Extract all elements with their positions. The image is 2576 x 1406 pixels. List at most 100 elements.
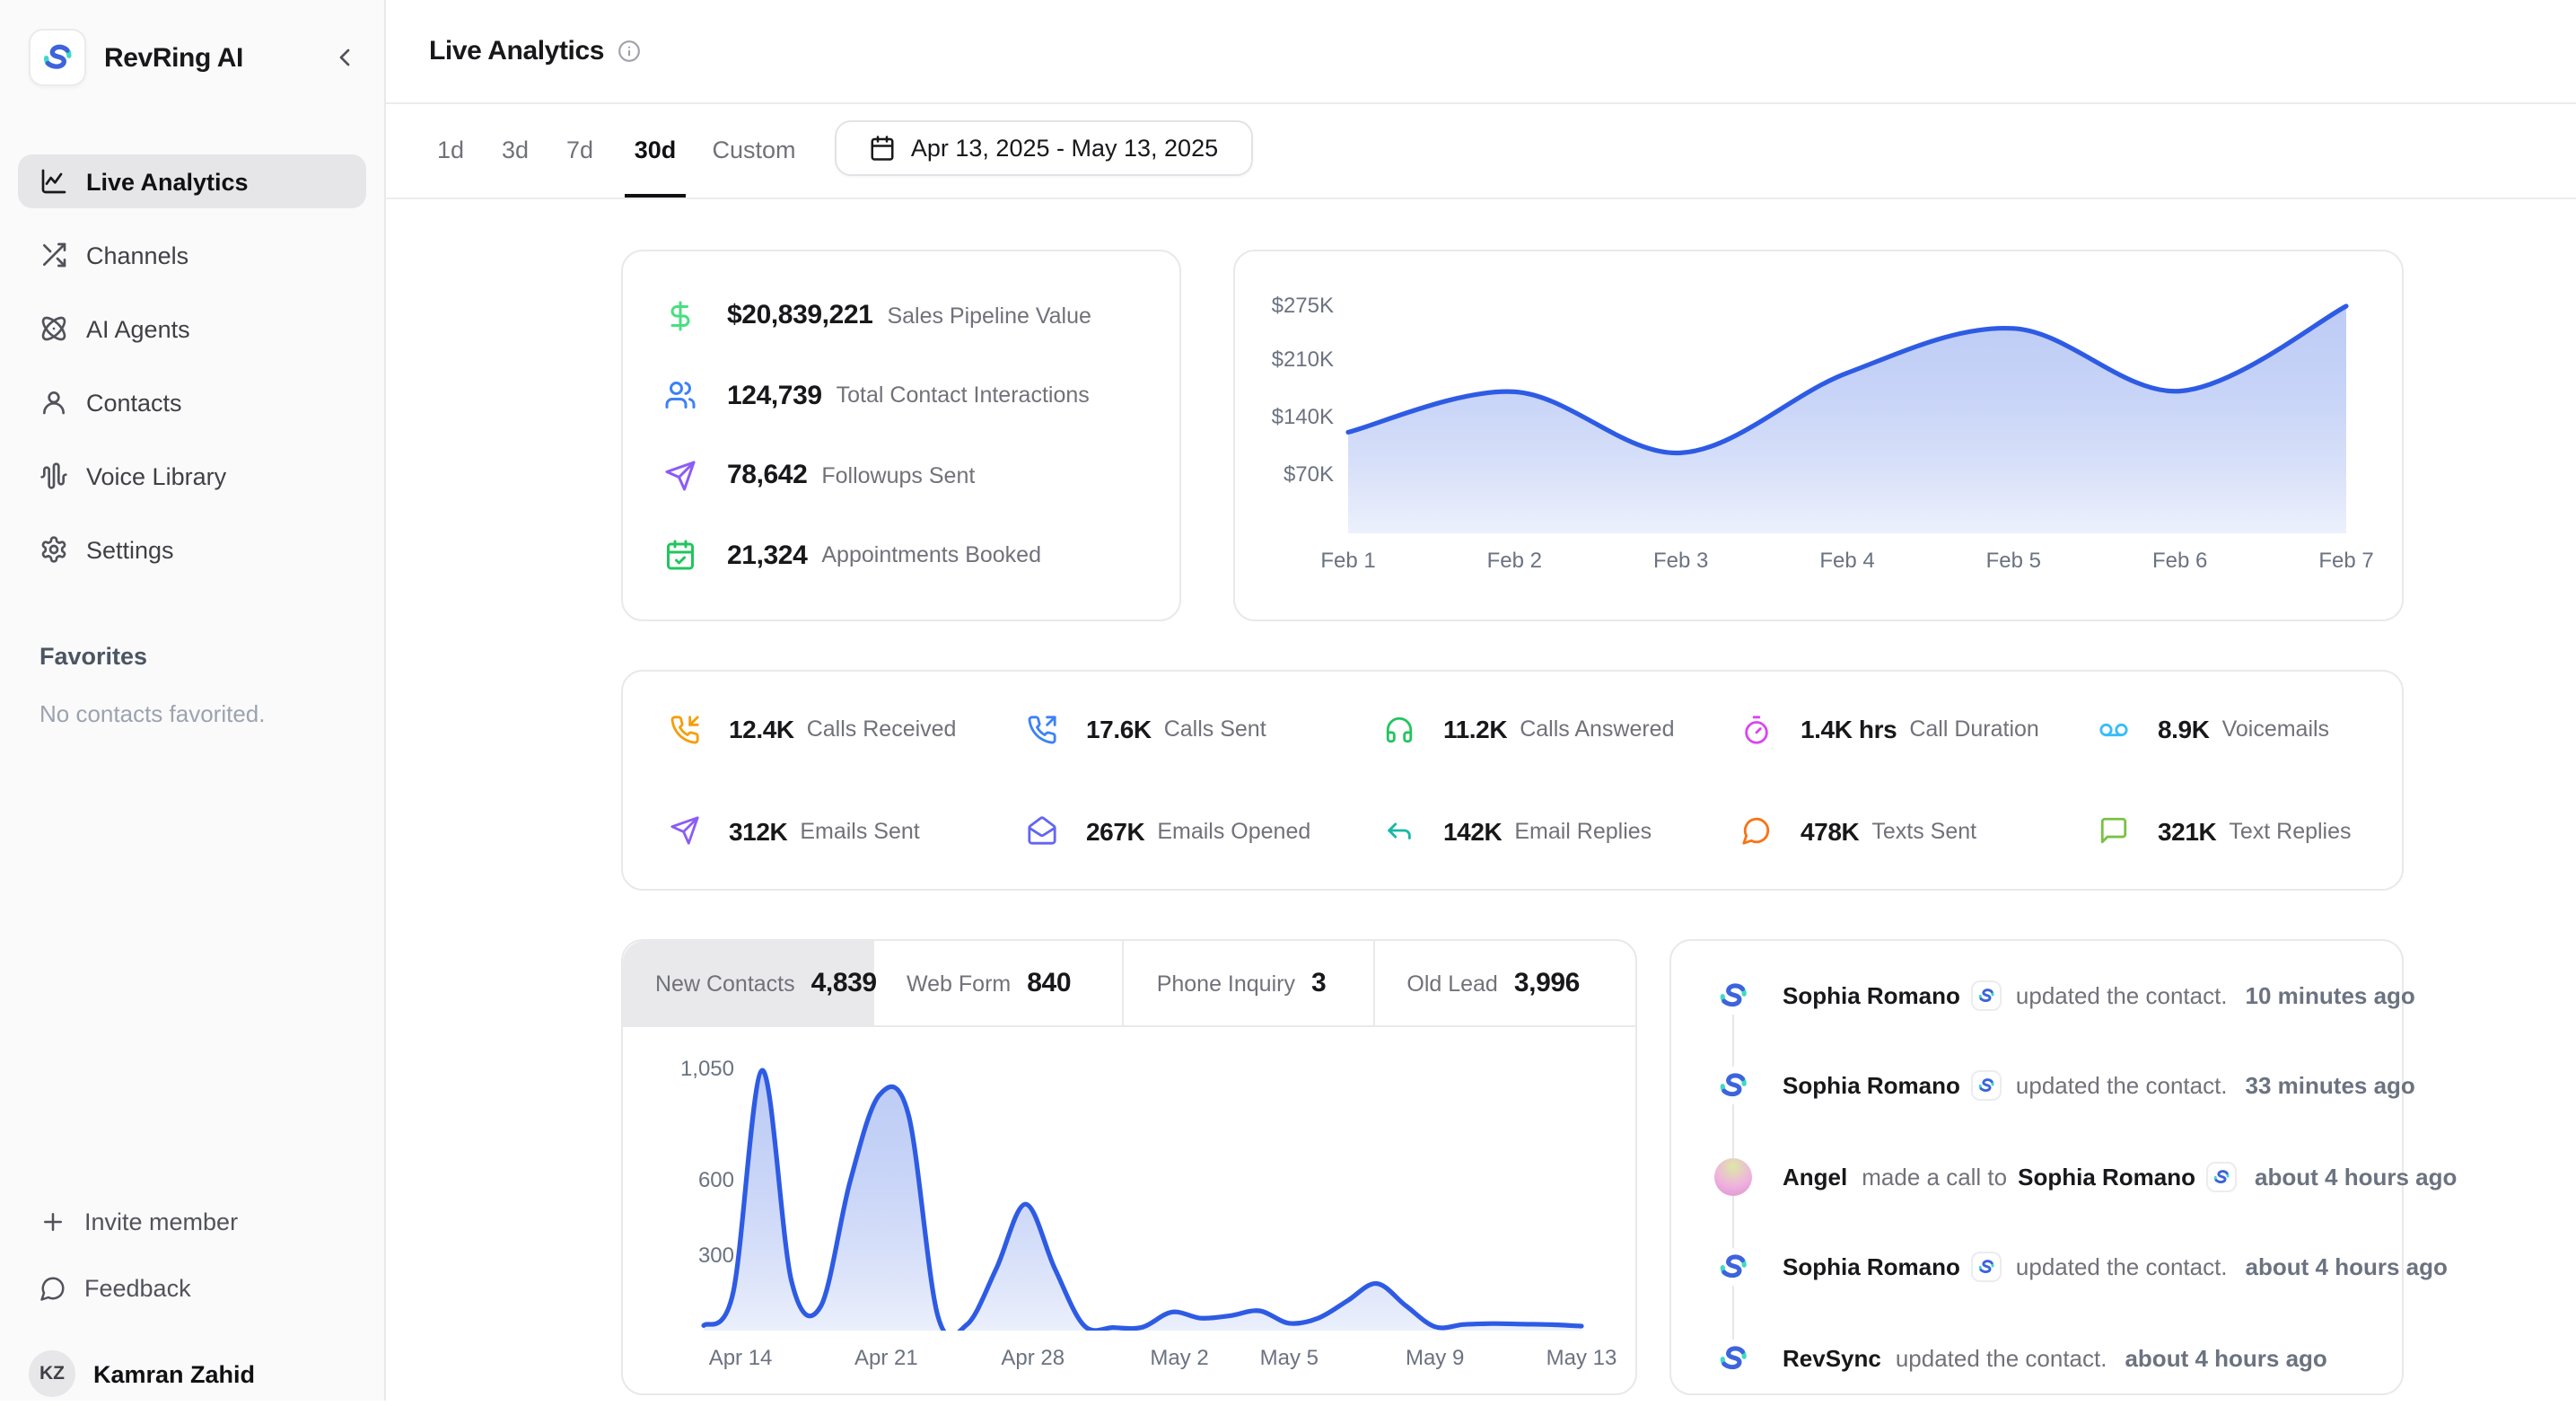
activity-actor: Sophia Romano — [1783, 981, 1960, 1008]
kpi-value: 21,324 — [727, 540, 807, 571]
sidebar-item-ai-agents[interactable]: AI Agents — [18, 302, 366, 356]
sidebar-header: RevRing AI — [0, 0, 384, 86]
sidebar-item-settings[interactable]: Settings — [18, 523, 366, 576]
contact-badge — [2206, 1161, 2237, 1191]
favorites-heading: Favorites — [0, 643, 384, 670]
revring-logo-icon — [1976, 1257, 1996, 1277]
new-contacts-area-chart: 1,050600300Apr 14Apr 21Apr 28May 2May 5M… — [623, 1025, 1639, 1397]
revring-logo-icon — [1976, 985, 1996, 1005]
timer-icon — [1741, 715, 1772, 745]
tab-value: 840 — [1027, 968, 1071, 998]
x-tick-label: Feb 1 — [1291, 548, 1406, 573]
plus-icon — [39, 1208, 66, 1235]
phone-outgoing-icon — [1027, 715, 1057, 745]
kpi-row-pipeline-value: $20,839,221 Sales Pipeline Value — [664, 299, 1179, 331]
stat-value: 1.4K hrs — [1801, 716, 1897, 744]
message-circle-icon — [39, 1275, 66, 1302]
kpi-value: $20,839,221 — [727, 300, 872, 330]
stat-emails-opened: 267K Emails Opened — [1027, 780, 1384, 882]
sidebar: RevRing AI Live Analytics Channels AI Ag… — [0, 0, 386, 1400]
stat-label: Text Replies — [2229, 819, 2351, 844]
x-tick-label: Apr 14 — [683, 1345, 798, 1370]
feedback-button[interactable]: Feedback — [0, 1275, 384, 1302]
tab-value: 4,839 — [811, 968, 877, 998]
activity-avatar — [1714, 1339, 1752, 1376]
stat-value: 142K — [1443, 817, 1502, 846]
sidebar-item-contacts[interactable]: Contacts — [18, 375, 366, 429]
range-tab-custom[interactable]: Custom — [702, 102, 806, 198]
account-menu[interactable]: KZ Kamran Zahid — [0, 1350, 384, 1397]
tabs-divider — [386, 198, 2576, 199]
sidebar-item-label: Channels — [86, 242, 188, 268]
sidebar-collapse-icon[interactable] — [330, 43, 359, 72]
calendar-icon — [870, 135, 897, 162]
revring-logo-icon — [1716, 1340, 1750, 1375]
range-tab-30d[interactable]: 30d — [625, 102, 686, 198]
x-tick-label: May 13 — [1524, 1345, 1639, 1370]
revring-logo-icon — [2212, 1166, 2231, 1186]
date-range-picker[interactable]: Apr 13, 2025 - May 13, 2025 — [835, 120, 1253, 176]
x-tick-label: Feb 2 — [1457, 548, 1572, 573]
tab-phone-inquiry[interactable]: Phone Inquiry 3 — [1125, 941, 1375, 1025]
activity-time: about 4 hours ago — [2246, 1253, 2448, 1280]
activity-actor: RevSync — [1783, 1344, 1881, 1371]
activity-action: updated the contact. — [1896, 1344, 2107, 1371]
activity-time: about 4 hours ago — [2125, 1344, 2326, 1371]
stat-label: Call Duration — [1909, 717, 2039, 743]
tab-old-lead[interactable]: Old Lead 3,996 — [1374, 941, 1635, 1025]
x-tick-label: Feb 4 — [1790, 548, 1905, 573]
stat-label: Email Replies — [1514, 819, 1652, 844]
stat-label: Calls Sent — [1164, 717, 1266, 743]
invite-member-button[interactable]: Invite member — [0, 1208, 384, 1235]
mail-open-icon — [1027, 816, 1057, 847]
revring-logo-icon — [1976, 1076, 1996, 1095]
range-tab-3d[interactable]: 3d — [497, 102, 533, 198]
users-icon — [664, 379, 697, 411]
tab-label: New Contacts — [655, 971, 795, 996]
tab-new-contacts[interactable]: New Contacts 4,839 — [623, 941, 874, 1025]
activity-time: 10 minutes ago — [2246, 981, 2415, 1008]
x-tick-label: Apr 28 — [976, 1345, 1091, 1370]
kpi-label: Total Contact Interactions — [837, 382, 1090, 408]
new-contacts-card: New Contacts 4,839 Web Form 840 Phone In… — [621, 939, 1637, 1395]
stat-calls-sent: 17.6K Calls Sent — [1027, 679, 1384, 780]
tab-value: 3 — [1311, 968, 1326, 998]
activity-avatar — [1714, 1067, 1752, 1104]
sidebar-item-channels[interactable]: Channels — [18, 228, 366, 282]
x-tick-label: Feb 7 — [2289, 548, 2404, 573]
stat-label: Texts Sent — [1871, 819, 1976, 844]
kpi-label: Followups Sent — [821, 463, 975, 488]
tab-label: Web Form — [907, 971, 1011, 996]
tab-label: Old Lead — [1406, 971, 1497, 996]
page-title: Live Analytics — [429, 36, 604, 66]
stat-label: Calls Answered — [1520, 717, 1674, 743]
sidebar-item-label: Voice Library — [86, 462, 226, 489]
activity-time: about 4 hours ago — [2255, 1163, 2457, 1190]
dollar-icon — [664, 299, 697, 331]
revring-logo-icon — [1716, 1250, 1750, 1284]
x-tick-label: Feb 3 — [1624, 548, 1739, 573]
atom-icon — [39, 314, 68, 343]
range-tab-1d[interactable]: 1d — [433, 102, 469, 198]
pipeline-area-chart: $275K$210K$140K$70KFeb 1Feb 2Feb 3Feb 4F… — [1235, 251, 2402, 620]
waveform-icon — [39, 461, 68, 490]
range-tab-7d[interactable]: 7d — [562, 102, 598, 198]
y-tick-label: $275K — [1235, 293, 1334, 318]
sidebar-item-live-analytics[interactable]: Live Analytics — [18, 154, 366, 208]
stat-emails-sent: 312K Emails Sent — [670, 780, 1027, 882]
kpi-label: Sales Pipeline Value — [887, 303, 1091, 328]
sidebar-item-voice-library[interactable]: Voice Library — [18, 449, 366, 503]
y-tick-label: $210K — [1235, 347, 1334, 372]
sidebar-item-label: Contacts — [86, 389, 182, 416]
info-icon[interactable] — [617, 40, 640, 63]
stat-value: 17.6K — [1086, 716, 1152, 744]
engagement-stats-card: 12.4K Calls Received 17.6K Calls Sent 11… — [621, 670, 2404, 891]
tab-web-form[interactable]: Web Form 840 — [874, 941, 1125, 1025]
headphones-icon — [1384, 715, 1415, 745]
send-icon — [664, 460, 697, 492]
revring-logo-icon — [1716, 1068, 1750, 1103]
stat-value: 12.4K — [729, 716, 794, 744]
activity-action: updated the contact. — [2016, 1253, 2228, 1280]
kpi-card: $20,839,221 Sales Pipeline Value 124,739… — [621, 250, 1181, 621]
contacts-chart-svg — [623, 1025, 1639, 1397]
